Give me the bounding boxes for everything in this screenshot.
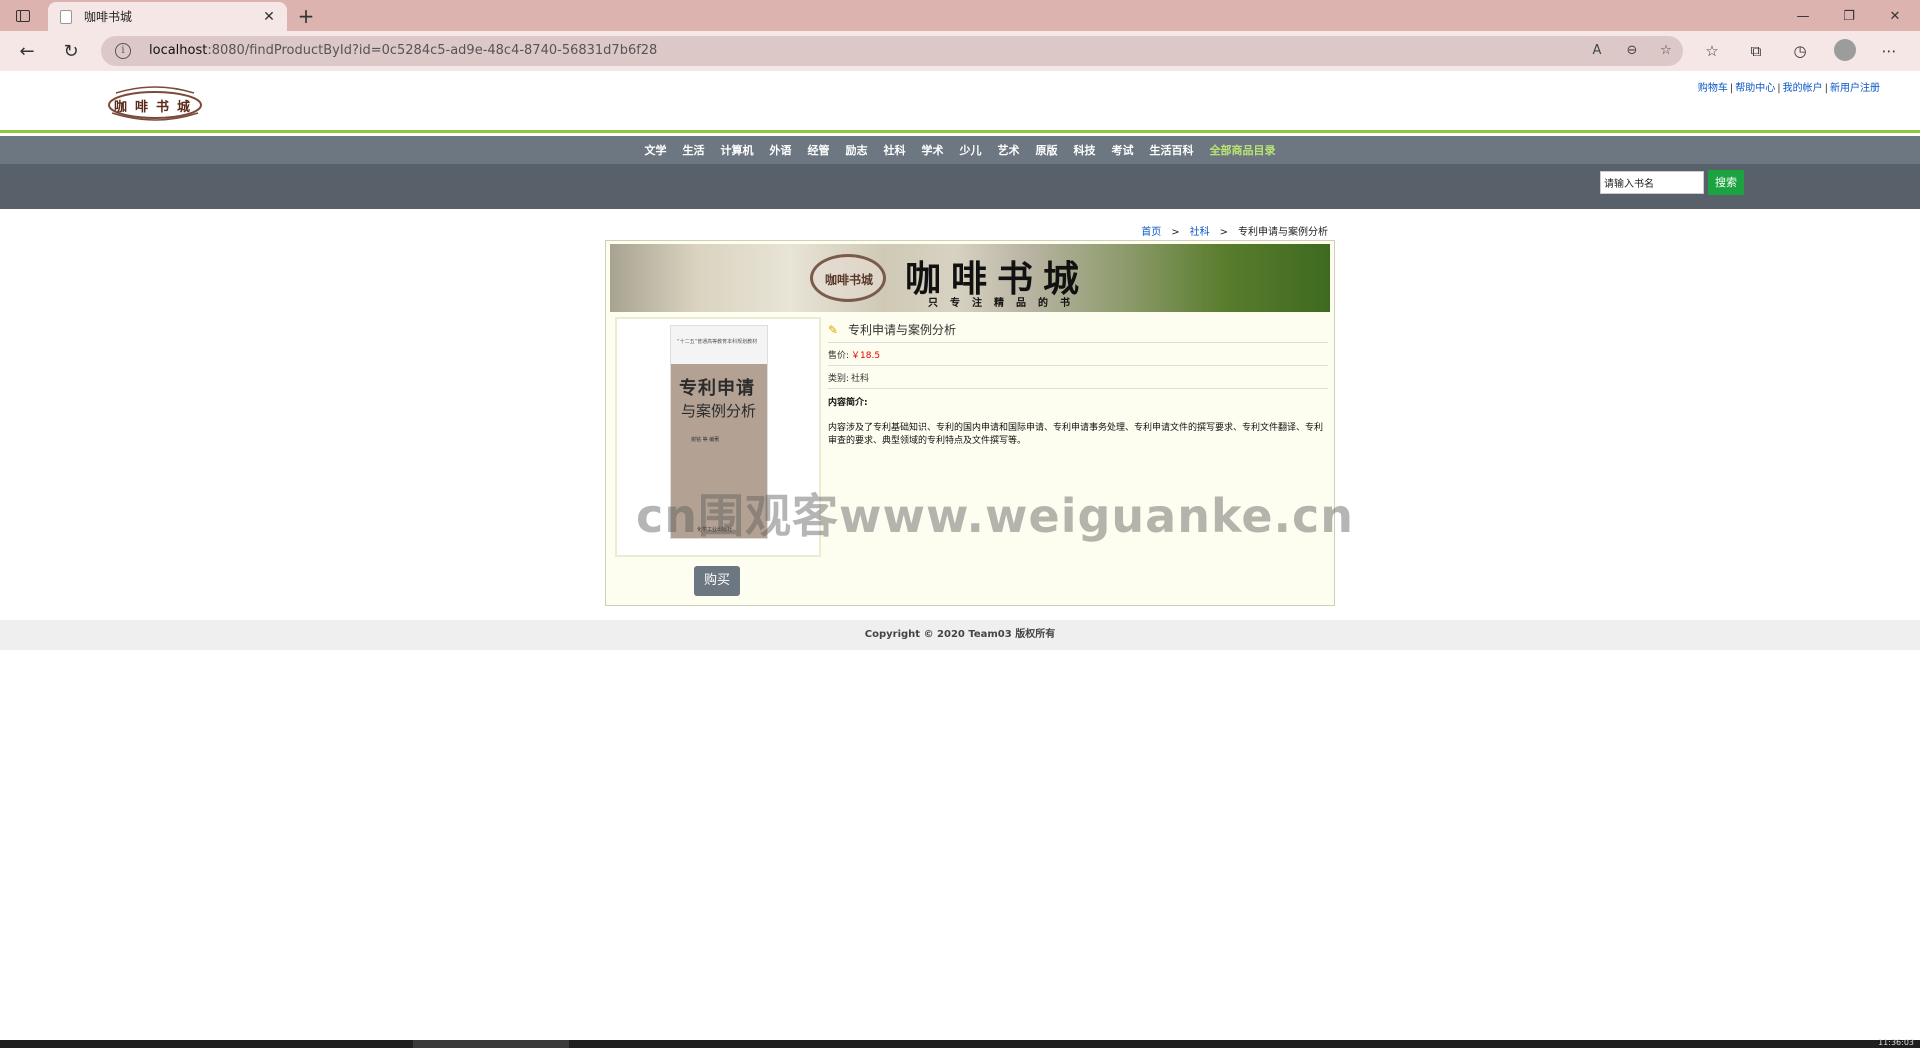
tab-bar: 咖啡书城 ✕ + — ❐ ✕ xyxy=(0,0,1920,31)
cover-authors: 谢铭 等 编著 xyxy=(691,437,720,443)
tab-actions-icon[interactable] xyxy=(10,6,36,26)
product-panel: 咖啡书城 咖啡书城 只专注精品的书 “十二五”普通高等教育本科规划教材 专利申请… xyxy=(605,240,1335,606)
close-window-icon[interactable]: ✕ xyxy=(1872,4,1918,28)
breadcrumb: 首页 > 社科 > 专利申请与案例分析 xyxy=(1140,223,1328,238)
category-technology[interactable]: 科技 xyxy=(1066,142,1104,158)
zoom-out-icon[interactable]: ⊖ xyxy=(1623,42,1641,60)
product-name-row: ✎ 专利申请与案例分析 xyxy=(828,317,1328,343)
search-button[interactable]: 搜索 xyxy=(1708,170,1744,195)
logo-text: 咖啡书城 xyxy=(114,100,199,115)
url-host: localhost xyxy=(149,43,208,58)
category-all[interactable]: 全部商品目录 xyxy=(1202,142,1284,158)
top-links: 购物车 | 帮助中心 | 我的帐户 | 新用户注册 xyxy=(1697,83,1880,94)
profile-avatar-icon[interactable] xyxy=(1834,39,1856,61)
price-row: 售价: ￥18.5 xyxy=(828,343,1328,366)
page-icon xyxy=(60,9,72,24)
cart-link[interactable]: 购物车 xyxy=(1698,83,1728,94)
search-input[interactable]: 请输入书名 xyxy=(1600,171,1704,194)
minimize-icon[interactable]: — xyxy=(1780,4,1826,28)
url-text[interactable]: localhost:8080/findProductById?id=0c5284… xyxy=(149,43,657,58)
category-nav: 文学 生活 计算机 外语 经管 励志 社科 学术 少儿 艺术 原版 科技 考试 … xyxy=(0,136,1920,164)
category-business[interactable]: 经管 xyxy=(800,142,838,158)
intro-label: 内容简介: xyxy=(828,398,868,408)
banner-slogan: 只专注精品的书 xyxy=(928,298,1082,309)
taskbar-clock: 11:36:03 xyxy=(1878,1038,1914,1047)
product-name: 专利申请与案例分析 xyxy=(848,323,957,337)
help-link[interactable]: 帮助中心 xyxy=(1735,83,1775,94)
breadcrumb-separator: > xyxy=(1219,227,1228,238)
price-value: ￥18.5 xyxy=(851,350,881,361)
category-label: 类别: xyxy=(828,373,850,384)
account-link[interactable]: 我的帐户 xyxy=(1783,83,1823,94)
taskbar-app[interactable] xyxy=(413,1040,569,1048)
category-literature[interactable]: 文学 xyxy=(637,142,675,158)
watermark-text: cn围观客www.weiguanke.cn xyxy=(636,489,1355,543)
category-inspiration[interactable]: 励志 xyxy=(838,142,876,158)
reload-icon[interactable]: ↻ xyxy=(59,39,83,63)
breadcrumb-separator: > xyxy=(1171,227,1180,238)
address-bar[interactable]: i localhost:8080/findProductById?id=0c52… xyxy=(101,36,1683,66)
buy-button[interactable]: 购买 xyxy=(694,566,740,596)
copyright-text: Copyright © 2020 Team03 版权所有 xyxy=(864,629,1056,640)
price-label: 售价: xyxy=(828,350,850,361)
breadcrumb-home[interactable]: 首页 xyxy=(1141,227,1161,238)
cover-title-1: 专利申请 xyxy=(679,378,755,399)
category-computer[interactable]: 计算机 xyxy=(713,142,762,158)
seal-text: 咖啡书城 xyxy=(825,273,874,287)
tab-title: 咖啡书城 xyxy=(84,10,133,24)
pencil-icon: ✎ xyxy=(828,322,839,337)
site-footer: Copyright © 2020 Team03 版权所有 xyxy=(0,620,1920,650)
browser-chrome: 咖啡书城 ✕ + — ❐ ✕ ← ↻ i localhost:8080/find… xyxy=(0,0,1920,71)
history-icon[interactable]: ◷ xyxy=(1789,40,1811,62)
category-foreign-language[interactable]: 外语 xyxy=(762,142,800,158)
category-academic[interactable]: 学术 xyxy=(914,142,952,158)
category-value: 社科 xyxy=(851,373,870,384)
url-path: :8080/findProductById?id=0c5284c5-ad9e-4… xyxy=(207,43,658,58)
restore-icon[interactable]: ❐ xyxy=(1826,4,1872,28)
category-encyclopedia[interactable]: 生活百科 xyxy=(1142,142,1202,158)
cover-series: “十二五”普通高等教育本科规划教材 xyxy=(677,339,758,345)
site-logo[interactable]: 咖啡书城 xyxy=(106,83,204,123)
store-banner: 咖啡书城 咖啡书城 只专注精品的书 xyxy=(610,244,1330,312)
new-tab-icon[interactable]: + xyxy=(294,4,318,28)
taskbar: 11:36:03 xyxy=(0,1038,1920,1048)
seal-logo: 咖啡书城 xyxy=(810,254,886,302)
add-favorite-icon[interactable]: ☆ xyxy=(1657,42,1675,60)
read-aloud-icon[interactable]: A xyxy=(1588,42,1606,60)
back-icon[interactable]: ← xyxy=(15,39,39,63)
cover-title-2: 与案例分析 xyxy=(681,402,757,420)
category-life[interactable]: 生活 xyxy=(675,142,713,158)
product-description: 内容涉及了专利基础知识、专利的国内申请和国际申请、专利申请事务处理、专利申请文件… xyxy=(828,423,1324,446)
site-header: 咖啡书城 购物车 | 帮助中心 | 我的帐户 | 新用户注册 xyxy=(0,71,1920,133)
favorites-icon[interactable]: ☆ xyxy=(1701,40,1723,62)
cover-top xyxy=(671,326,767,364)
breadcrumb-current: 专利申请与案例分析 xyxy=(1238,227,1328,238)
collections-icon[interactable]: ⧉ xyxy=(1745,40,1767,62)
category-row: 类别: 社科 xyxy=(828,366,1328,389)
browser-tab[interactable]: 咖啡书城 ✕ xyxy=(48,2,287,31)
search-bar: 请输入书名 搜索 xyxy=(0,164,1920,209)
category-children[interactable]: 少儿 xyxy=(952,142,990,158)
address-row: ← ↻ i localhost:8080/findProductById?id=… xyxy=(0,31,1920,71)
close-tab-icon[interactable]: ✕ xyxy=(261,9,277,25)
register-link[interactable]: 新用户注册 xyxy=(1830,83,1880,94)
site-info-icon[interactable]: i xyxy=(115,43,131,59)
category-art[interactable]: 艺术 xyxy=(990,142,1028,158)
more-icon[interactable]: ⋯ xyxy=(1878,40,1900,62)
category-original[interactable]: 原版 xyxy=(1028,142,1066,158)
category-social-science[interactable]: 社科 xyxy=(876,142,914,158)
breadcrumb-category[interactable]: 社科 xyxy=(1190,227,1210,238)
category-exam[interactable]: 考试 xyxy=(1104,142,1142,158)
product-info: ✎ 专利申请与案例分析 售价: ￥18.5 类别: 社科 内容简介: 内容涉及了… xyxy=(828,317,1328,448)
